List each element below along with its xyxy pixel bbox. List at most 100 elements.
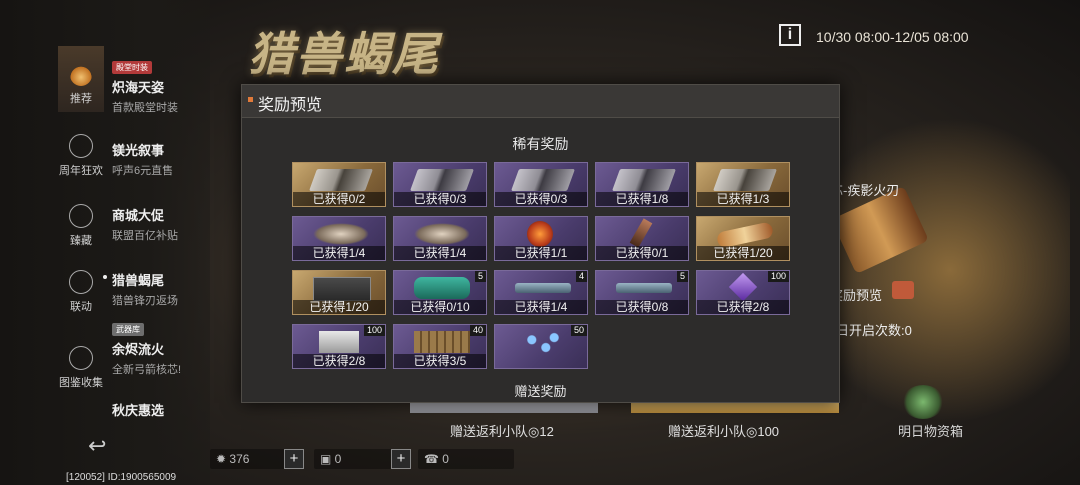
reward-obtained-count: 已获得0/1 xyxy=(596,246,688,260)
sidebar-item-3[interactable]: 猎兽蝎尾 猎兽锋刃返场 xyxy=(112,270,178,308)
reward-card[interactable]: 50 xyxy=(494,324,588,369)
reward-card[interactable]: 100 已获得2/8 xyxy=(696,270,790,315)
status-bar-text: [120052] ID:1900565009 xyxy=(66,472,177,483)
reward-obtained-count: 已获得2/8 xyxy=(697,300,789,314)
currency-ticket: ▣ 0 xyxy=(314,449,396,469)
background-glow xyxy=(830,90,1070,450)
tab-collab[interactable]: 联动 xyxy=(58,270,104,314)
tab-anniversary[interactable]: 周年狂欢 xyxy=(58,134,104,178)
modal-header xyxy=(242,85,839,118)
reward-card[interactable]: 40 已获得3/5 xyxy=(393,324,487,369)
reward-box-icon xyxy=(313,277,371,301)
fire-icon xyxy=(70,64,92,86)
supply-chest-caption: 明日物资箱 xyxy=(898,424,964,439)
album-icon xyxy=(69,346,93,370)
currency-ticket-value: 0 xyxy=(334,452,342,466)
reward-hand-icon xyxy=(414,223,470,245)
reward-obtained-count: 已获得1/4 xyxy=(495,300,587,314)
item-tag: 殿堂时装 xyxy=(112,61,152,74)
reward-crate-icon xyxy=(414,331,470,353)
reward-card[interactable]: 已获得0/3 xyxy=(393,162,487,207)
reward-obtained-count: 已获得3/5 xyxy=(394,354,486,368)
item-title: 秋庆惠选 xyxy=(112,403,165,418)
reward-obtained-count: 已获得0/10 xyxy=(394,300,486,314)
reward-card[interactable]: 5 已获得0/8 xyxy=(595,270,689,315)
section-extra-rewards: 赠送奖励 xyxy=(514,384,567,399)
currency-gold-value: 376 xyxy=(229,452,250,466)
reward-card[interactable]: 已获得1/8 xyxy=(595,162,689,207)
reward-obtained-count: 已获得2/8 xyxy=(293,354,385,368)
reward-hand-icon xyxy=(313,223,369,245)
modal-title: 奖励预览 xyxy=(258,97,323,114)
add-gold-button[interactable]: + xyxy=(284,449,304,469)
preview-eye-icon[interactable] xyxy=(892,281,914,299)
tab-album[interactable]: 图鉴收集 xyxy=(58,346,104,390)
item-subtitle: 全新弓箭核芯! xyxy=(112,364,182,376)
reward-card[interactable]: 已获得0/3 xyxy=(494,162,588,207)
reward-gun-icon xyxy=(409,169,475,191)
reward-obtained-count: 已获得1/20 xyxy=(293,300,385,314)
info-icon[interactable]: i xyxy=(779,24,801,46)
reward-preview-modal: 奖励预览 稀有奖励 已获得0/2 已获得0/3 已获得0/3 已获得1/8 已获得1/3… xyxy=(241,84,840,403)
item-tag: 武器库 xyxy=(112,323,144,336)
add-ticket-button[interactable]: + xyxy=(391,449,411,469)
sidebar-item-5[interactable]: 秋庆惠选 xyxy=(112,400,164,419)
reward-card[interactable]: 已获得1/20 xyxy=(696,216,790,261)
reward-bar-icon xyxy=(616,283,672,293)
tab-recommend[interactable]: 推荐 xyxy=(58,46,104,112)
reward-card[interactable]: 4 已获得1/4 xyxy=(494,270,588,315)
reward-card[interactable]: 已获得1/4 xyxy=(292,216,386,261)
event-date-range: 10/30 08:00-12/05 08:00 xyxy=(816,29,969,45)
reward-obtained-count: 已获得1/20 xyxy=(697,246,789,260)
reward-bar-icon xyxy=(515,283,571,293)
daily-open-count: 日开启次数:0 xyxy=(836,323,912,338)
reward-paper-icon xyxy=(319,331,359,353)
reward-obtained-count: 已获得0/8 xyxy=(596,300,688,314)
item-subtitle: 首款殿堂时装 xyxy=(112,102,178,114)
item-title: 余烬流火 xyxy=(112,342,165,357)
reward-card[interactable]: 已获得0/1 xyxy=(595,216,689,261)
active-indicator xyxy=(103,275,107,279)
reward-card[interactable]: 已获得0/2 xyxy=(292,162,386,207)
reward-card[interactable]: 5 已获得0/10 xyxy=(393,270,487,315)
calendar-star-icon xyxy=(69,134,93,158)
tab-label: 臻藏 xyxy=(70,235,92,247)
reward-gun-icon xyxy=(712,169,778,191)
reward-obtained-count: 已获得0/3 xyxy=(495,192,587,206)
sidebar-item-4[interactable]: 武器库 余烬流火 全新弓箭核芯! xyxy=(112,319,181,377)
sidebar-item-1[interactable]: 镁光叙事 呼声6元直售 xyxy=(112,140,173,178)
reward-mol-icon xyxy=(515,331,571,353)
currency-gold: ✹ 376 xyxy=(210,449,286,469)
weapon-name-label: 芯-疾影火刃 xyxy=(830,183,900,198)
item-subtitle: 联盟百亿补贴 xyxy=(112,230,178,242)
reward-quantity-badge: 100 xyxy=(767,271,789,282)
item-subtitle: 呼声6元直售 xyxy=(112,165,174,177)
reward-card[interactable]: 已获得1/3 xyxy=(696,162,790,207)
supply-chest-icon[interactable] xyxy=(902,385,944,419)
reward-bomb-icon xyxy=(527,221,553,247)
reward-card[interactable]: 100 已获得2/8 xyxy=(292,324,386,369)
reward-obtained-count: 已获得0/3 xyxy=(394,192,486,206)
reward-obtained-count: 已获得1/4 xyxy=(394,246,486,260)
reward-obtained-count: 已获得0/2 xyxy=(293,192,385,206)
back-arrow-icon[interactable]: ↩ xyxy=(88,433,106,459)
sidebar xyxy=(0,0,210,485)
sidebar-item-2[interactable]: 商城大促 联盟百亿补贴 xyxy=(112,205,178,243)
tab-label: 推荐 xyxy=(70,93,92,105)
tab-label: 联动 xyxy=(70,301,92,313)
tab-collection[interactable]: 臻藏 xyxy=(58,204,104,248)
sidebar-item-0[interactable]: 殿堂时装 炽海天姿 首款殿堂时装 xyxy=(112,57,178,115)
reward-gun-icon xyxy=(510,169,576,191)
reward-gun-icon xyxy=(611,169,677,191)
reward-obtained-count: 已获得1/1 xyxy=(495,246,587,260)
reward-obtained-count: 已获得1/3 xyxy=(697,192,789,206)
tab-label: 图鉴收集 xyxy=(59,377,103,389)
reward-card[interactable]: 已获得1/4 xyxy=(393,216,487,261)
reward-card[interactable]: 已获得1/1 xyxy=(494,216,588,261)
reward-card[interactable]: 已获得1/20 xyxy=(292,270,386,315)
tab-label: 周年狂欢 xyxy=(59,165,103,177)
event-banner-title: 猎兽蝎尾 xyxy=(248,28,440,80)
reward-quantity-badge: 4 xyxy=(575,271,587,282)
rebate-caption-right: 赠送返利小队◎100 xyxy=(668,424,780,439)
reward-quantity-badge: 100 xyxy=(363,325,385,336)
